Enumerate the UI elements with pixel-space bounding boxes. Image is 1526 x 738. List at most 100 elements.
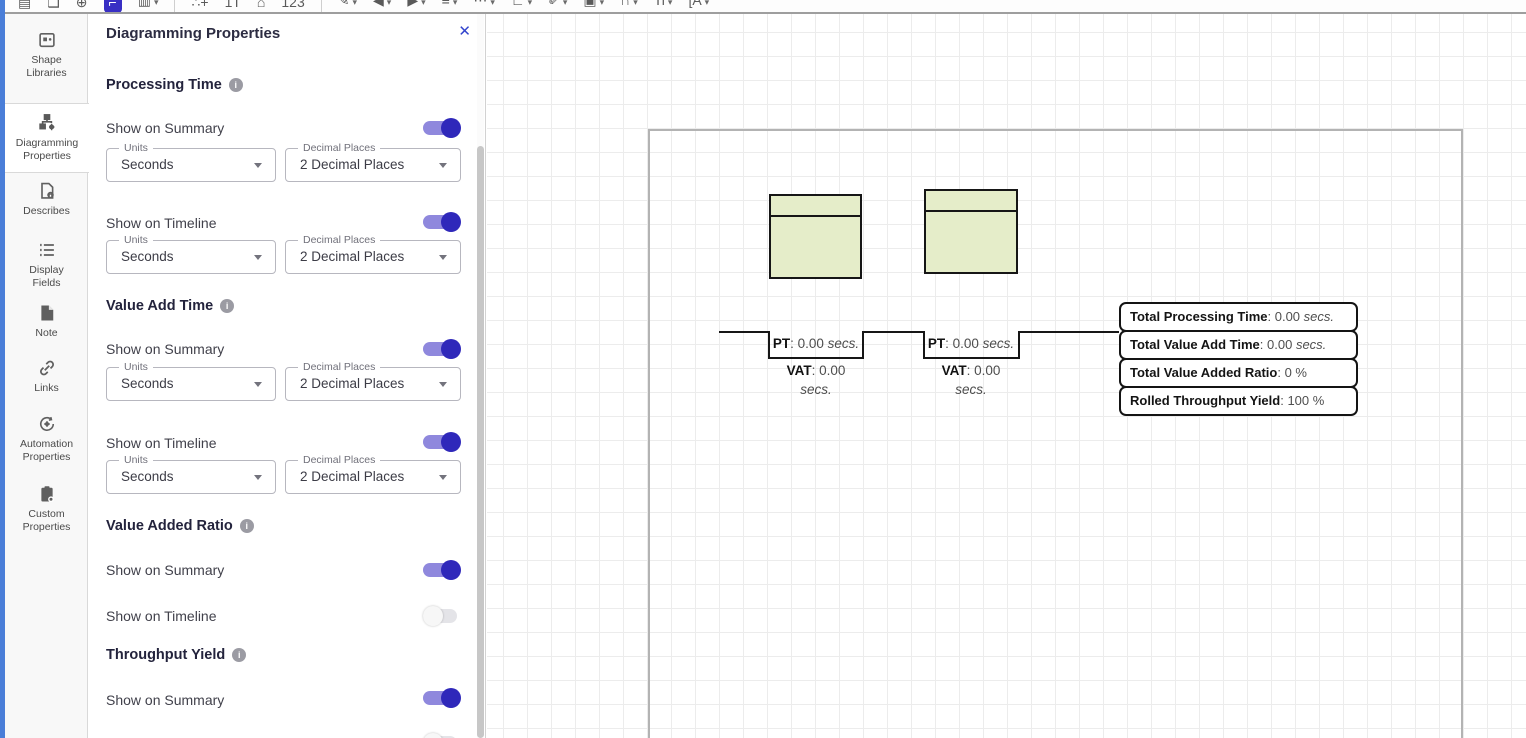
info-icon[interactable]: i: [229, 78, 243, 92]
globe-icon[interactable]: ⊕: [76, 0, 88, 13]
sidebar-item-diagramming-properties[interactable]: Diagramming Properties: [5, 103, 89, 173]
line-color-icon[interactable]: ✎▾: [338, 0, 357, 13]
section-title-text: Value Add Time: [106, 298, 213, 314]
pt-unit: secs.: [983, 336, 1015, 351]
close-icon[interactable]: ✕: [458, 22, 471, 40]
font-size-icon[interactable]: Ti▾: [654, 0, 673, 13]
process-box-2[interactable]: [924, 189, 1018, 274]
timeline-tool-icon[interactable]: ⌐: [104, 0, 122, 13]
info-icon[interactable]: i: [232, 648, 246, 662]
info-icon[interactable]: i: [240, 519, 254, 533]
summary-value: : 100 %: [1280, 393, 1324, 408]
units-dropdown[interactable]: Units Seconds: [106, 460, 276, 494]
chevron-down-icon: [439, 255, 447, 260]
vat-abbrev: VAT: [942, 363, 967, 378]
automation-properties-icon: [37, 414, 57, 434]
chevron-down-icon: [254, 163, 262, 168]
toggle-valueadd-timeline[interactable]: [423, 432, 461, 452]
sidebar-item-label: Custom: [5, 508, 88, 521]
sidebar-item-shape-libraries[interactable]: Shape Libraries: [5, 30, 88, 80]
pt-value: : 0.00: [790, 336, 828, 351]
decimal-places-dropdown[interactable]: Decimal Places 2 Decimal Places: [285, 460, 461, 494]
fill-color-icon[interactable]: ▣▾: [583, 0, 604, 13]
sidebar-item-display-fields[interactable]: Display Fields: [5, 240, 88, 290]
toggle-yield-timeline-partial[interactable]: [423, 733, 461, 738]
field-floating-label: Decimal Places: [298, 361, 380, 373]
sidebar-item-custom-properties[interactable]: Custom Properties: [5, 484, 88, 534]
row-label-show-on-timeline: Show on Timeline: [106, 435, 217, 451]
numbers-icon[interactable]: 123: [281, 0, 304, 13]
toggle-knob: [441, 212, 461, 232]
arrow-end-icon[interactable]: ▶▾: [407, 0, 425, 13]
text-case-icon[interactable]: 1T: [225, 0, 241, 13]
arrow-start-icon[interactable]: ◀▾: [373, 0, 391, 13]
sidebar-item-label: Libraries: [5, 67, 88, 80]
row-label-show-on-summary: Show on Summary: [106, 120, 224, 136]
toggle-ratio-timeline[interactable]: [423, 606, 461, 626]
diagram-canvas[interactable]: PT: 0.00 secs. VAT: 0.00secs. PT: 0.00 s…: [487, 14, 1526, 738]
sidebar-item-links[interactable]: Links: [5, 358, 88, 395]
summary-value: : 0.00: [1268, 309, 1304, 324]
timeline-pt-label[interactable]: PT: 0.00 secs.: [736, 336, 896, 351]
sidebar-item-label: Automation: [5, 438, 88, 451]
add-data-icon[interactable]: ∴+: [191, 0, 208, 13]
decimal-places-dropdown[interactable]: Decimal Places 2 Decimal Places: [285, 240, 461, 274]
display-fields-icon: [37, 240, 57, 260]
format-painter-icon[interactable]: ✐▾: [548, 0, 567, 13]
corner-style-icon[interactable]: ∟▾: [511, 0, 532, 13]
units-dropdown[interactable]: Units Seconds: [106, 148, 276, 182]
timeline-pt-label[interactable]: PT: 0.00 secs.: [891, 336, 1051, 351]
section-title-value-added-ratio: Value Added Ratio i: [106, 518, 254, 534]
custom-properties-icon: [37, 484, 57, 504]
chart-icon[interactable]: ▥▾: [138, 0, 159, 13]
toggle-valueadd-summary[interactable]: [423, 339, 461, 359]
section-title-text: Value Added Ratio: [106, 518, 233, 534]
vsm-summary-box[interactable]: Total Processing Time: 0.00 secs. Total …: [1119, 302, 1358, 416]
line-weight-icon[interactable]: ≡▾: [442, 0, 458, 13]
info-icon[interactable]: i: [220, 299, 234, 313]
decimal-places-dropdown[interactable]: Decimal Places 2 Decimal Places: [285, 367, 461, 401]
toggle-processing-timeline[interactable]: [423, 212, 461, 232]
chevron-down-icon: [254, 382, 262, 387]
decimal-places-dropdown[interactable]: Decimal Places 2 Decimal Places: [285, 148, 461, 182]
toggle-ratio-summary[interactable]: [423, 560, 461, 580]
summary-unit: secs.: [1296, 337, 1326, 352]
panel-scrollbar-thumb[interactable]: [477, 146, 484, 738]
field-row: Units Seconds Decimal Places 2 Decimal P…: [89, 148, 486, 182]
line-style-icon[interactable]: ⋯▾: [473, 0, 495, 13]
caret-down-icon: ▾: [490, 0, 495, 7]
comment-icon[interactable]: ❑: [47, 0, 60, 13]
field-floating-label: Units: [119, 361, 153, 373]
line-jump-icon[interactable]: ∩▾: [620, 0, 638, 13]
toggle-knob: [441, 432, 461, 452]
text-style-icon[interactable]: [A▾: [688, 0, 709, 13]
process-box-1[interactable]: [769, 194, 862, 279]
sidebar-item-label: Properties: [5, 150, 89, 163]
row-label-show-on-summary: Show on Summary: [106, 692, 224, 708]
toggle-knob: [441, 339, 461, 359]
row-label-show-on-timeline: Show on Timeline: [106, 608, 217, 624]
sidebar-item-label: Properties: [5, 451, 88, 464]
toggle-yield-summary[interactable]: [423, 688, 461, 708]
toggle-knob: [441, 688, 461, 708]
caret-down-icon: ▾: [352, 0, 357, 7]
field-floating-label: Decimal Places: [298, 142, 380, 154]
timeline-vat-label[interactable]: VAT: 0.00secs.: [891, 361, 1051, 399]
units-dropdown[interactable]: Units Seconds: [106, 240, 276, 274]
pages-icon[interactable]: ▤: [18, 0, 31, 13]
chevron-down-icon: [254, 255, 262, 260]
shape-outline-icon[interactable]: ⌂: [257, 0, 265, 13]
toggle-processing-summary[interactable]: [423, 118, 461, 138]
field-value: 2 Decimal Places: [300, 376, 404, 391]
timeline-vat-label[interactable]: VAT: 0.00secs.: [736, 361, 896, 399]
units-dropdown[interactable]: Units Seconds: [106, 367, 276, 401]
sidebar-item-label: Fields: [5, 277, 88, 290]
app-edge-strip: [0, 0, 5, 738]
sidebar-item-automation-properties[interactable]: Automation Properties: [5, 414, 88, 464]
field-value: 2 Decimal Places: [300, 469, 404, 484]
caret-down-icon: ▾: [563, 0, 568, 7]
vat-abbrev: VAT: [787, 363, 812, 378]
sidebar-item-describes[interactable]: Describes: [5, 181, 88, 218]
summary-row: Total Processing Time: 0.00 secs.: [1119, 302, 1358, 332]
sidebar-item-note[interactable]: Note: [5, 303, 88, 340]
